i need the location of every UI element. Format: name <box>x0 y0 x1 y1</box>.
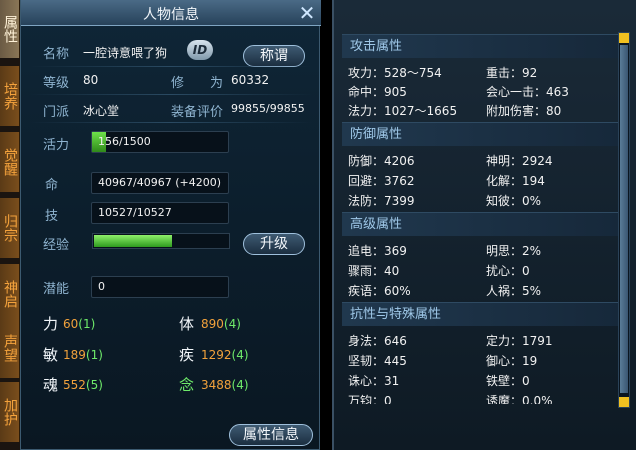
stat-magic-power: 法力：1027～1665 <box>348 104 458 118</box>
stat-heavy-strike: 重击：92 <box>486 66 538 80</box>
sect-label: 门派 <box>43 105 70 120</box>
stat-insight: 知彼：0% <box>486 194 542 208</box>
xp-label: 经验 <box>43 238 70 253</box>
skill-label: 技 <box>45 209 59 224</box>
stat-clarity: 明思：2% <box>486 244 542 258</box>
stat-composure: 定力：1791 <box>486 334 553 348</box>
potential-value: 0 <box>91 276 229 298</box>
stat-storm: 骤雨：40 <box>348 264 400 278</box>
scroll-down-icon[interactable] <box>619 397 629 407</box>
stat-iron-wall: 铁壁：0 <box>486 374 530 388</box>
name-value: 一腔诗意喂了狗 <box>83 46 168 60</box>
stat-evasion: 回避：3762 <box>348 174 415 188</box>
stat-mind-guard: 御心：19 <box>486 354 538 368</box>
attr-mind-value: 3488(4) <box>201 378 249 392</box>
vigor-bar: 156/1500 <box>91 131 229 153</box>
name-label: 名称 <box>43 47 70 62</box>
stat-swift-speech: 疾语：60% <box>348 284 411 298</box>
tab-return-sect[interactable]: 归宗 <box>0 198 20 258</box>
tab-cultivate[interactable]: 培养 <box>0 66 20 126</box>
hp-value: 40967/40967 (+4200) <box>91 172 229 194</box>
stat-lure-demon: 诱魔：0.0% <box>486 394 553 404</box>
stats-scrollbar[interactable] <box>618 32 630 408</box>
stat-calamity: 人祸：5% <box>486 284 542 298</box>
tab-reputation[interactable]: 声望 <box>0 318 20 378</box>
section-advanced-title: 高级属性 <box>342 212 620 236</box>
gear-score-label: 装备评价 <box>171 105 224 120</box>
level-value: 80 <box>83 73 99 87</box>
attr-constitution-label: 体 <box>179 315 195 333</box>
attr-strength-label: 力 <box>43 315 59 333</box>
section-resist-title: 抗性与特殊属性 <box>342 302 620 326</box>
attribute-info-button[interactable]: 属性信息 <box>229 424 313 446</box>
gear-score-value: 99855/99855 <box>231 102 305 115</box>
scroll-up-icon[interactable] <box>619 33 629 43</box>
attr-speed-label: 疾 <box>179 346 195 364</box>
cultivation-value: 60332 <box>231 73 270 87</box>
attr-speed-value: 1292(4) <box>201 348 249 362</box>
upgrade-button[interactable]: 升级 <box>243 233 305 255</box>
skill-value: 10527/10527 <box>91 202 229 224</box>
close-icon[interactable]: ✕ <box>297 3 317 23</box>
attr-soul-value: 552(5) <box>63 378 103 392</box>
potential-label: 潜能 <box>43 282 70 297</box>
sect-value: 冰心堂 <box>83 104 120 118</box>
stat-magic-defense: 法防：7399 <box>348 194 415 208</box>
stat-heart-pierce: 诛心：31 <box>348 374 400 388</box>
stat-accuracy: 命中：905 <box>348 85 407 99</box>
xp-bar <box>92 233 230 249</box>
tab-divine[interactable]: 神启 <box>0 264 20 324</box>
tab-awaken[interactable]: 觉醒 <box>0 132 20 192</box>
vigor-value: 156/1500 <box>98 135 151 148</box>
section-defense-title: 防御属性 <box>342 122 620 146</box>
stat-defense: 防御：4206 <box>348 154 415 168</box>
stat-chase-lightning: 追电：369 <box>348 244 407 258</box>
stat-tenacity: 坚韧：445 <box>348 354 407 368</box>
stats-panel: 攻击属性 攻力：528～754 重击：92 命中：905 会心一击：463 法力… <box>332 0 636 450</box>
id-icon[interactable]: ID <box>187 40 213 60</box>
side-tab-bar: 属性 培养 觉醒 归宗 神启 声望 加护 <box>0 0 20 450</box>
attr-mind-label: 念 <box>179 376 195 394</box>
attr-constitution-value: 890(4) <box>201 317 241 331</box>
stat-crit: 会心一击：463 <box>486 85 569 99</box>
attr-agility-value: 189(1) <box>63 348 103 362</box>
stat-agility-body: 身法：646 <box>348 334 407 348</box>
appellation-button[interactable]: 称谓 <box>243 45 305 67</box>
tab-attributes[interactable]: 属性 <box>0 0 20 58</box>
stat-dissolve: 化解：194 <box>486 174 545 188</box>
attr-agility-label: 敏 <box>43 346 59 364</box>
attr-strength-value: 60(1) <box>63 317 96 331</box>
level-label: 等级 <box>43 76 70 91</box>
character-info-panel: 人物信息 ✕ 名称 一腔诗意喂了狗 ID 称谓 等级 80 修 为 60332 … <box>20 0 321 450</box>
stat-extra-damage: 附加伤害：80 <box>486 104 562 118</box>
stats-list: 攻击属性 攻力：528～754 重击：92 命中：905 会心一击：463 法力… <box>342 34 620 404</box>
attr-soul-label: 魂 <box>43 376 59 394</box>
stat-disturb: 扰心：0 <box>486 264 530 278</box>
stat-attack-power: 攻力：528～754 <box>348 66 442 80</box>
panel-title: 人物信息 <box>143 7 199 23</box>
hp-label: 命 <box>45 178 59 193</box>
xp-fill <box>94 235 172 247</box>
cultivation-label: 修 为 <box>171 76 224 91</box>
stat-ten-thousand: 万钧：0 <box>348 394 392 404</box>
vigor-label: 活力 <box>43 138 70 153</box>
stat-divinity: 神明：2924 <box>486 154 553 168</box>
panel-title-bar: 人物信息 ✕ <box>21 0 321 26</box>
tab-guardian[interactable]: 加护 <box>0 382 20 442</box>
section-attack-title: 攻击属性 <box>342 34 620 58</box>
scroll-thumb[interactable] <box>620 45 628 393</box>
